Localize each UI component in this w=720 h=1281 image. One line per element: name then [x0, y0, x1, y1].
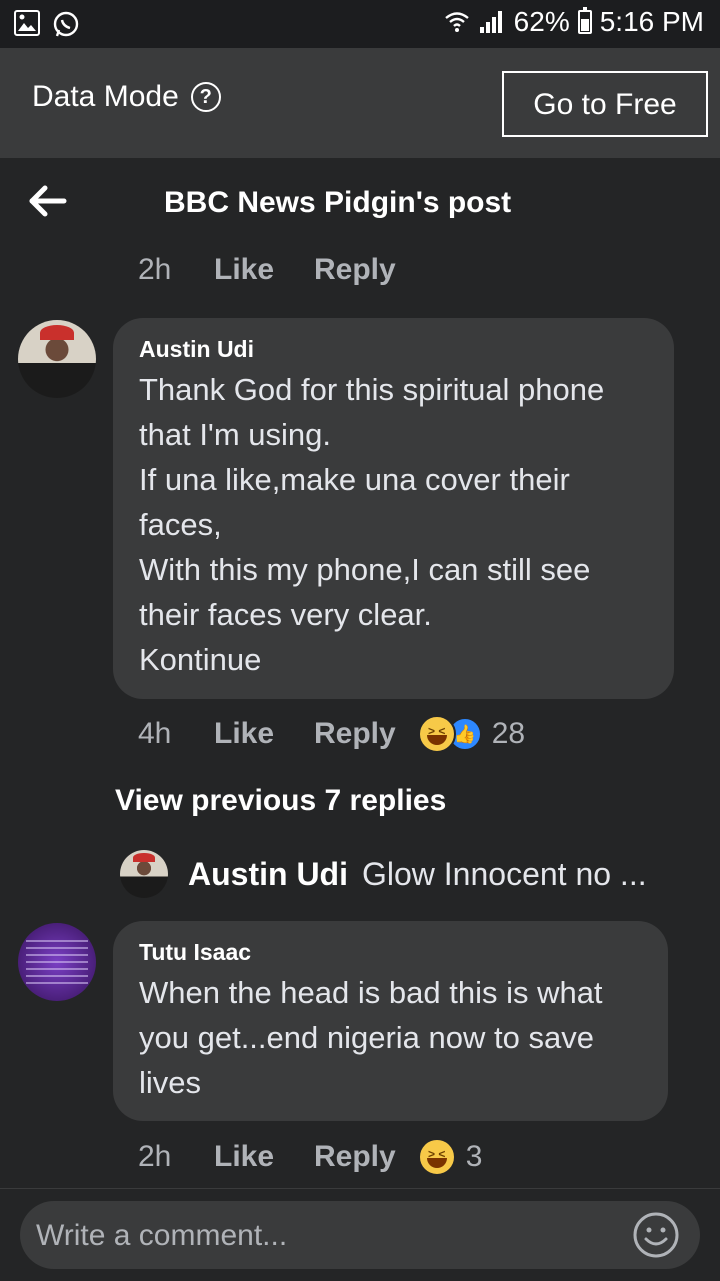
data-mode-bar: Data Mode ? Go to Free	[0, 48, 720, 158]
post-actions: 2h Like Reply	[138, 253, 418, 287]
comment-actions: 2h Like Reply > < 3	[138, 1138, 482, 1176]
like-button[interactable]: Like	[214, 1140, 314, 1174]
avatar[interactable]	[18, 923, 96, 1001]
comment-actions: 4h Like Reply > < 👍 28	[138, 715, 525, 753]
avatar-text-pattern	[25, 940, 89, 984]
timestamp: 4h	[138, 717, 172, 750]
comment-bubble[interactable]: Tutu Isaac When the head is bad this is …	[113, 921, 668, 1121]
avatar[interactable]	[18, 320, 96, 398]
comment-composer-bar	[0, 1188, 720, 1281]
comment-composer[interactable]	[20, 1201, 700, 1269]
clock: 5:16 PM	[599, 6, 704, 37]
timestamp: 2h	[138, 1140, 172, 1173]
comment-author[interactable]: Austin Udi	[139, 336, 648, 363]
comment-input[interactable]	[34, 1211, 618, 1261]
reactions[interactable]: > < 3	[417, 1138, 483, 1176]
comment-bubble[interactable]: Austin Udi Thank God for this spiritual …	[113, 318, 674, 699]
post-header: BBC News Pidgin's post	[0, 158, 720, 254]
like-button[interactable]: Like	[214, 253, 314, 287]
laugh-reaction-icon: > <	[417, 715, 456, 753]
signal-icon	[479, 11, 502, 33]
data-mode-label: Data Mode	[32, 80, 179, 113]
comment-author[interactable]: Tutu Isaac	[139, 939, 642, 966]
page-title: BBC News Pidgin's post	[164, 186, 512, 219]
battery-icon	[577, 7, 592, 34]
reply-preview[interactable]: Austin Udi Glow Innocent no ...	[120, 850, 647, 898]
whatsapp-icon	[53, 11, 79, 37]
reply-button[interactable]: Reply	[314, 1140, 396, 1174]
like-button[interactable]: Like	[214, 717, 314, 751]
comment-text: When the head is bad this is what you ge…	[139, 975, 603, 1100]
santa-hat	[39, 324, 75, 341]
battery-percent: 62%	[513, 6, 570, 37]
status-bar: 62% 5:16 PM	[0, 0, 720, 48]
help-icon[interactable]: ?	[190, 82, 221, 112]
data-mode[interactable]: Data Mode ?	[32, 80, 221, 114]
reply-button[interactable]: Reply	[314, 253, 396, 287]
view-previous-replies[interactable]: View previous 7 replies	[115, 784, 446, 818]
reaction-count: 28	[491, 717, 526, 750]
reply-button[interactable]: Reply	[314, 717, 396, 751]
wifi-icon	[444, 12, 469, 32]
reply-snippet: Glow Innocent no ...	[361, 855, 647, 892]
laugh-reaction-icon: > <	[417, 1138, 456, 1176]
avatar[interactable]	[120, 850, 168, 898]
reply-author: Austin Udi	[188, 855, 348, 892]
emoji-picker-icon[interactable]	[632, 1211, 680, 1259]
comment-text: Thank God for this spiritual phone that …	[139, 372, 605, 677]
timestamp: 2h	[138, 253, 172, 286]
gallery-icon	[14, 10, 40, 36]
back-arrow-icon[interactable]	[28, 184, 68, 218]
go-to-free-button[interactable]: Go to Free	[502, 71, 708, 137]
reactions[interactable]: > < 👍 28	[417, 715, 526, 753]
santa-hat	[133, 852, 155, 863]
reaction-count: 3	[465, 1140, 483, 1173]
